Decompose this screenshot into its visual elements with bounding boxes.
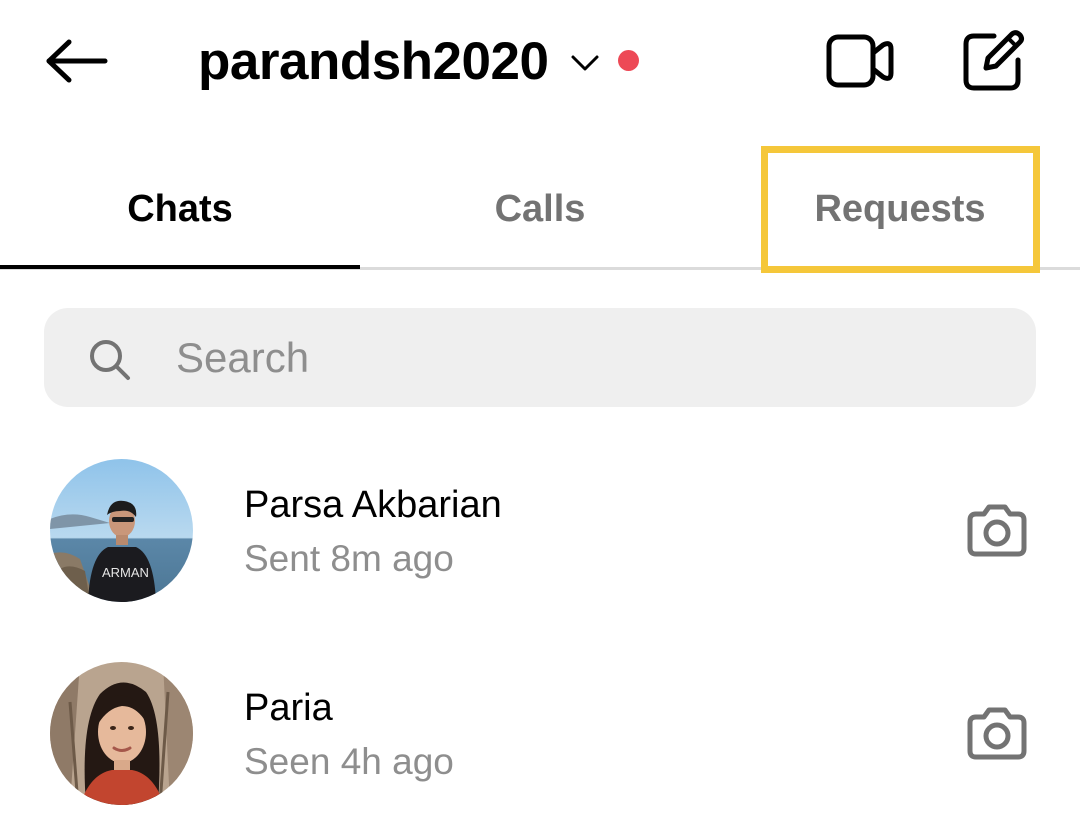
camera-icon: [967, 504, 1027, 557]
search-input[interactable]: [176, 308, 996, 407]
camera-button[interactable]: [960, 498, 1034, 564]
back-button[interactable]: [38, 28, 114, 94]
thread-name: Paria: [244, 687, 333, 729]
search-icon: [90, 340, 130, 380]
video-camera-icon: [826, 34, 894, 88]
video-call-button[interactable]: [822, 28, 898, 94]
camera-icon: [967, 707, 1027, 760]
tab-requests-label: Requests: [814, 187, 986, 230]
thread-row[interactable]: Paria Seen 4h ago: [0, 651, 1080, 813]
tab-chats[interactable]: Chats: [0, 150, 360, 268]
notification-dot: [618, 49, 640, 71]
camera-button[interactable]: [960, 701, 1034, 767]
search-bar[interactable]: [44, 308, 1036, 407]
chevron-down-icon: [570, 54, 600, 72]
thread-status: Seen 4h ago: [244, 741, 454, 782]
tab-chats-label: Chats: [127, 187, 233, 230]
compose-button[interactable]: [956, 24, 1030, 98]
thread-name: Parsa Akbarian: [244, 484, 502, 526]
thread-status: Sent 8m ago: [244, 538, 454, 579]
username-title: parandsh2020: [198, 31, 549, 91]
tab-calls-label: Calls: [494, 187, 586, 230]
active-tab-indicator: [0, 265, 360, 269]
arrow-left-icon: [46, 39, 108, 83]
account-switcher[interactable]: parandsh2020: [198, 22, 640, 100]
edit-compose-icon: [963, 30, 1024, 91]
tab-calls[interactable]: Calls: [360, 150, 720, 268]
svg-text:ARMAN: ARMAN: [102, 565, 149, 580]
direct-messages-screen: parandsh2020 Chats Calls Requests Search…: [0, 0, 1080, 813]
tab-bar: Chats Calls Requests: [0, 150, 1080, 270]
tab-requests[interactable]: Requests: [720, 150, 1080, 268]
avatar[interactable]: [50, 662, 193, 805]
avatar[interactable]: ARMAN: [50, 459, 193, 602]
thread-row[interactable]: ARMAN Parsa Akbarian Sent 8m ago: [0, 448, 1080, 618]
